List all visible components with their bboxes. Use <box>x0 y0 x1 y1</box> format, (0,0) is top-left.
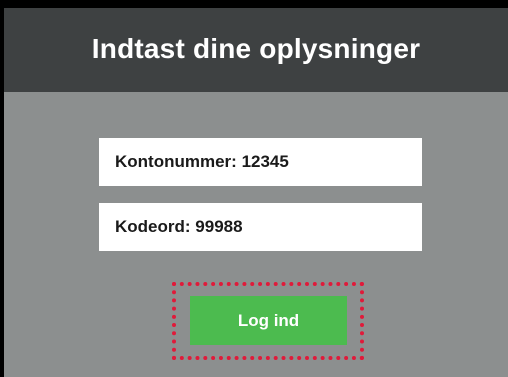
screen-frame: Indtast dine oplysninger Kontonummer: 12… <box>0 0 508 377</box>
login-button[interactable]: Log ind <box>190 296 347 345</box>
password-label: Kodeord: <box>115 217 191 236</box>
account-number-value: 12345 <box>241 152 289 171</box>
login-panel: Indtast dine oplysninger Kontonummer: 12… <box>4 8 508 377</box>
header-bar: Indtast dine oplysninger <box>4 8 508 92</box>
password-value: 99988 <box>195 217 243 236</box>
account-number-label: Kontonummer: <box>115 152 237 171</box>
account-number-field[interactable]: Kontonummer: 12345 <box>99 138 422 186</box>
page-title: Indtast dine oplysninger <box>91 33 421 64</box>
password-field[interactable]: Kodeord: 99988 <box>99 203 422 251</box>
